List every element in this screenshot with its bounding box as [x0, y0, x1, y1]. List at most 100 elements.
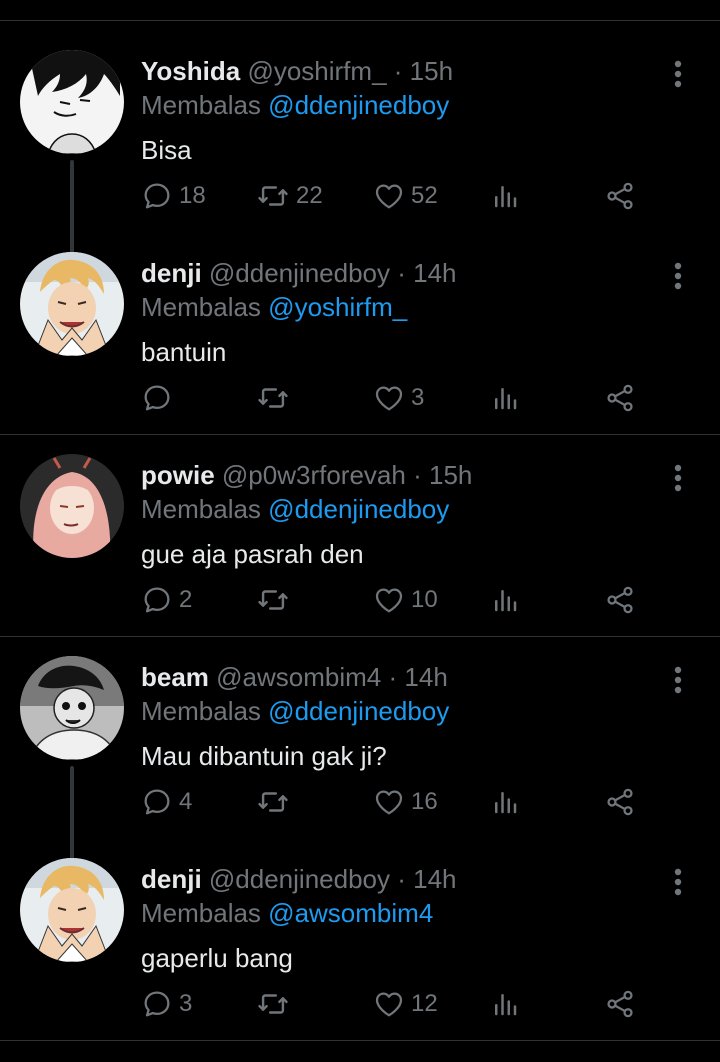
retweet-icon: [256, 987, 290, 1021]
timestamp[interactable]: 14h: [413, 864, 456, 894]
like-button[interactable]: 52: [373, 178, 438, 214]
bar-chart-icon: [490, 787, 520, 817]
replying-to-label: Membalas: [141, 898, 261, 928]
bar-chart-icon: [490, 989, 520, 1019]
retweet-count: 22: [296, 182, 323, 209]
like-count: 12: [411, 990, 438, 1017]
reply-icon: [141, 382, 173, 414]
reply-icon: [141, 988, 173, 1020]
reply-count: 3: [179, 990, 193, 1017]
display-name[interactable]: Yoshida: [141, 56, 240, 86]
mention-link[interactable]: @ddenjinedboy: [268, 494, 449, 524]
more-options-icon[interactable]: [660, 864, 696, 900]
reply-count: 2: [179, 586, 193, 613]
share-button[interactable]: [604, 986, 636, 1022]
tweet-header: powie @p0w3rforevah · 15h: [141, 458, 472, 492]
reply-button[interactable]: 18: [141, 178, 206, 214]
display-name[interactable]: powie: [141, 460, 215, 490]
avatar[interactable]: [20, 252, 124, 356]
retweet-icon: [256, 583, 290, 617]
tweet-header: denji @ddenjinedboy · 14h: [141, 256, 457, 290]
views-button[interactable]: [490, 784, 520, 820]
mention-link[interactable]: @awsombim4: [268, 898, 433, 928]
user-handle[interactable]: @ddenjinedboy: [209, 258, 390, 288]
reply-button[interactable]: 4: [141, 784, 192, 820]
more-options-icon[interactable]: [660, 56, 696, 92]
user-handle[interactable]: @awsombim4: [216, 662, 381, 692]
timestamp[interactable]: 14h: [404, 662, 447, 692]
retweet-button[interactable]: [256, 784, 296, 820]
like-button[interactable]: 12: [373, 986, 438, 1022]
user-handle[interactable]: @ddenjinedboy: [209, 864, 390, 894]
tweet-card[interactable]: beam @awsombim4 · 14h Membalas @ddenjine…: [0, 628, 720, 872]
heart-icon: [373, 988, 405, 1020]
more-options-icon[interactable]: [660, 460, 696, 496]
mention-link[interactable]: @ddenjinedboy: [268, 696, 449, 726]
like-button[interactable]: 10: [373, 582, 438, 618]
bar-chart-icon: [490, 181, 520, 211]
tweet-header: beam @awsombim4 · 14h: [141, 660, 448, 694]
replying-to-label: Membalas: [141, 696, 261, 726]
tweet-card[interactable]: denji @ddenjinedboy · 14h Membalas @yosh…: [0, 224, 720, 426]
retweet-icon: [256, 785, 290, 819]
tweet-card[interactable]: denji @ddenjinedboy · 14h Membalas @awso…: [0, 830, 720, 1032]
separator: ·: [388, 662, 398, 692]
display-name[interactable]: denji: [141, 258, 202, 288]
mention-link[interactable]: @ddenjinedboy: [268, 90, 449, 120]
avatar[interactable]: [20, 454, 124, 558]
heart-icon: [373, 786, 405, 818]
share-button[interactable]: [604, 582, 636, 618]
timestamp[interactable]: 15h: [410, 56, 453, 86]
retweet-button[interactable]: [256, 380, 296, 416]
action-bar: 4 16: [0, 778, 720, 826]
share-button[interactable]: [604, 178, 636, 214]
heart-icon: [373, 180, 405, 212]
display-name[interactable]: denji: [141, 864, 202, 894]
tweet-card[interactable]: Yoshida @yoshirfm_ · 15h Membalas @ddenj…: [0, 22, 720, 266]
like-button[interactable]: 3: [373, 380, 424, 416]
retweet-icon: [256, 381, 290, 415]
like-count: 10: [411, 586, 438, 613]
avatar[interactable]: [20, 858, 124, 962]
user-handle[interactable]: @p0w3rforevah: [222, 460, 406, 490]
action-bar: 3: [0, 374, 720, 422]
replying-to: Membalas @ddenjinedboy: [141, 88, 449, 122]
action-bar: 2 10: [0, 576, 720, 624]
views-button[interactable]: [490, 986, 520, 1022]
reply-button[interactable]: [141, 380, 179, 416]
display-name[interactable]: beam: [141, 662, 209, 692]
avatar[interactable]: [20, 656, 124, 760]
retweet-button[interactable]: [256, 986, 296, 1022]
reply-button[interactable]: 3: [141, 986, 192, 1022]
retweet-button[interactable]: [256, 582, 296, 618]
reply-button[interactable]: 2: [141, 582, 192, 618]
views-button[interactable]: [490, 178, 520, 214]
action-bar: 3 12: [0, 980, 720, 1028]
bar-chart-icon: [490, 383, 520, 413]
share-button[interactable]: [604, 380, 636, 416]
views-button[interactable]: [490, 380, 520, 416]
views-button[interactable]: [490, 582, 520, 618]
retweet-button[interactable]: 22: [256, 178, 323, 214]
share-icon: [604, 988, 636, 1020]
timestamp[interactable]: 15h: [429, 460, 472, 490]
timestamp[interactable]: 14h: [413, 258, 456, 288]
separator: ·: [397, 258, 406, 288]
avatar[interactable]: [20, 50, 124, 154]
share-button[interactable]: [604, 784, 636, 820]
reply-count: 4: [179, 788, 193, 815]
user-handle[interactable]: @yoshirfm_: [247, 56, 386, 86]
share-icon: [604, 786, 636, 818]
like-count: 16: [411, 788, 438, 815]
reply-icon: [141, 180, 173, 212]
like-count: 3: [411, 384, 425, 411]
top-divider: [0, 20, 720, 21]
tweet-card[interactable]: powie @p0w3rforevah · 15h Membalas @dden…: [0, 426, 720, 628]
mention-link[interactable]: @yoshirfm_: [268, 292, 407, 322]
tweet-header: denji @ddenjinedboy · 14h: [141, 862, 457, 896]
more-options-icon[interactable]: [660, 258, 696, 294]
more-options-icon[interactable]: [660, 662, 696, 698]
like-button[interactable]: 16: [373, 784, 438, 820]
bottom-divider: [0, 1040, 720, 1041]
tweet-header: Yoshida @yoshirfm_ · 15h: [141, 54, 453, 88]
